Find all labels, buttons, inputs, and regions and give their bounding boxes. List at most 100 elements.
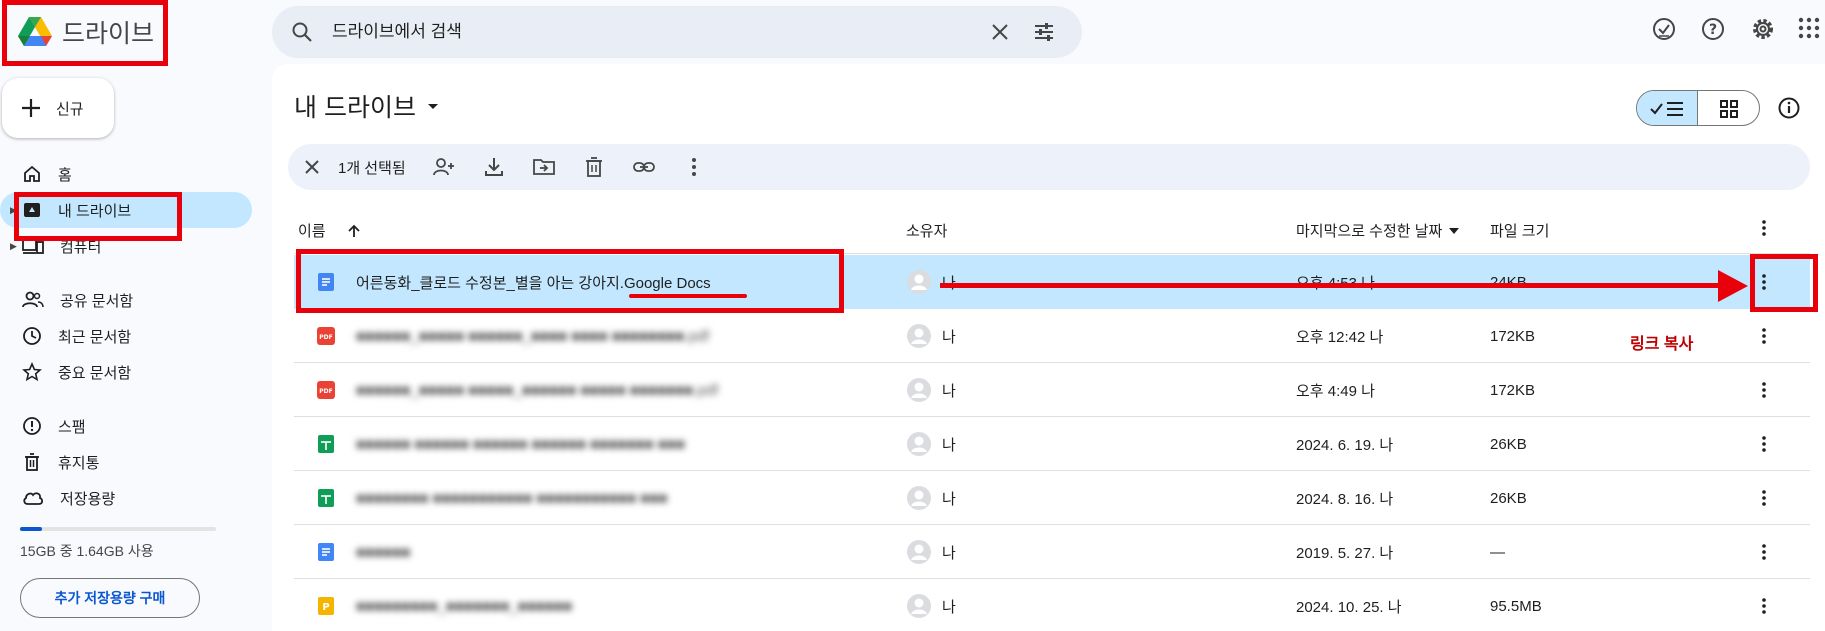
modified-cell: 2019. 5. 27. 나 bbox=[1296, 544, 1394, 562]
file-name-cell[interactable]: P ■■■■■■■■■_■■■■■■■_■■■■■■ bbox=[316, 579, 572, 631]
move-icon[interactable] bbox=[532, 155, 556, 179]
more-vert-icon[interactable] bbox=[1744, 525, 1784, 579]
column-modified[interactable]: 마지막으로 수정한 날짜 bbox=[1296, 220, 1460, 241]
page-title[interactable]: 내 드라이브 bbox=[294, 88, 440, 124]
table-row[interactable]: PDF ■■■■■■_■■■■■ ■■■■■_■■■■■■ ■■■■■ ■■■■■… bbox=[294, 363, 1810, 417]
search-icon[interactable] bbox=[290, 20, 314, 44]
list-view-icon bbox=[1649, 99, 1685, 119]
link-icon[interactable] bbox=[632, 155, 656, 179]
table-row[interactable]: PDF ■■■■■■_■■■■■ ■■■■■■_■■■■ ■■■■ ■■■■■■■… bbox=[294, 309, 1810, 363]
sidebar-item-starred[interactable]: 중요 문서함 bbox=[0, 354, 252, 390]
selection-count: 1개 선택됨 bbox=[338, 160, 406, 177]
close-icon[interactable] bbox=[988, 20, 1012, 44]
list-view-button[interactable] bbox=[1637, 91, 1699, 125]
storage-bar bbox=[20, 527, 216, 531]
sidebar: 신규 홈 ▶ 내 드라이브 ▶ 컴퓨터 공유 문서함 최근 문서함 중요 문서함… bbox=[0, 64, 270, 631]
help-icon[interactable]: ? bbox=[1700, 16, 1726, 42]
page-title-text: 내 드라이브 bbox=[294, 94, 416, 122]
column-name[interactable]: 이름 bbox=[298, 220, 362, 241]
svg-text:?: ? bbox=[1709, 22, 1717, 38]
file-name-cell[interactable]: ■■■■■■■■ ■■■■■■■■■■■ ■■■■■■■■■■■ ■■■ bbox=[316, 471, 667, 525]
download-icon[interactable] bbox=[482, 155, 506, 179]
table-row[interactable]: ■■■■■■ ■■■■■■ ■■■■■■ ■■■■■■ ■■■■■■■ ■■■ 나… bbox=[294, 417, 1810, 471]
sidebar-item-home[interactable]: 홈 bbox=[0, 156, 252, 192]
owner-name: 나 bbox=[942, 382, 956, 400]
file-name-cell[interactable]: ■■■■■■ bbox=[316, 525, 410, 579]
more-vert-icon[interactable] bbox=[1744, 471, 1784, 525]
owner-name: 나 bbox=[942, 544, 956, 562]
file-table-header: 이름 소유자 마지막으로 수정한 날짜 파일 크기 bbox=[294, 204, 1810, 254]
sidebar-item-spam[interactable]: 스팸 bbox=[0, 408, 252, 444]
column-owner[interactable]: 소유자 bbox=[906, 220, 947, 241]
column-size[interactable]: 파일 크기 bbox=[1490, 220, 1549, 241]
owner-name: 나 bbox=[942, 328, 956, 346]
annotation-arrow-line bbox=[940, 283, 1730, 288]
main-panel: 내 드라이브 1개 선택됨 이름 소유자 마지막으로 수정한 날짜 파일 크기 … bbox=[272, 64, 1825, 631]
more-vert-icon[interactable] bbox=[1744, 363, 1784, 417]
table-row[interactable]: P ■■■■■■■■■_■■■■■■■_■■■■■■ 나 2024. 10. 25. … bbox=[294, 579, 1810, 631]
more-vert-icon[interactable] bbox=[1754, 218, 1774, 238]
size-cell: 95.5MB bbox=[1490, 597, 1542, 615]
more-vert-icon[interactable] bbox=[1744, 417, 1784, 471]
search-input[interactable] bbox=[332, 18, 932, 46]
trash-icon bbox=[22, 452, 42, 472]
annotation-underline bbox=[629, 294, 747, 298]
file-name: ■■■■■■_■■■■■ ■■■■■■_■■■■ ■■■■ ■■■■■■■■.p… bbox=[356, 327, 710, 345]
avatar-icon bbox=[906, 269, 932, 295]
ready-offline-icon[interactable] bbox=[1651, 16, 1677, 42]
search-bar[interactable] bbox=[272, 6, 1082, 58]
tune-icon[interactable] bbox=[1032, 20, 1056, 44]
settings-icon[interactable] bbox=[1750, 16, 1776, 42]
info-icon[interactable] bbox=[1777, 96, 1801, 120]
share-icon[interactable] bbox=[432, 155, 456, 179]
avatar-icon bbox=[906, 593, 932, 619]
svg-text:P: P bbox=[322, 602, 329, 613]
sidebar-item-trash[interactable]: 휴지통 bbox=[0, 444, 252, 480]
owner-cell: 나 bbox=[906, 525, 956, 579]
star-icon bbox=[22, 362, 42, 382]
annotation-box-more-button bbox=[1750, 254, 1818, 312]
sidebar-item-storage[interactable]: 저장용량 bbox=[0, 480, 252, 516]
buy-storage-button[interactable]: 추가 저장용량 구매 bbox=[20, 578, 200, 618]
sidebar-item-label: 최근 문서함 bbox=[58, 328, 132, 346]
size-cell: 172KB bbox=[1490, 327, 1536, 345]
file-name-cell[interactable]: PDF ■■■■■■_■■■■■ ■■■■■_■■■■■■ ■■■■■ ■■■■■… bbox=[316, 363, 718, 417]
sidebar-item-shared[interactable]: 공유 문서함 bbox=[0, 282, 252, 318]
avatar-icon bbox=[906, 431, 932, 457]
sort-up-icon[interactable] bbox=[346, 223, 362, 239]
owner-cell: 나 bbox=[906, 363, 956, 417]
sidebar-item-label: 중요 문서함 bbox=[58, 364, 132, 382]
avatar-icon bbox=[906, 323, 932, 349]
recent-icon bbox=[22, 326, 42, 346]
owner-cell: 나 bbox=[906, 471, 956, 525]
owner-name: 나 bbox=[942, 272, 956, 293]
column-name-label: 이름 bbox=[298, 223, 326, 240]
new-button[interactable]: 신규 bbox=[2, 78, 114, 138]
clear-selection-icon[interactable] bbox=[300, 155, 324, 179]
caret-right-icon[interactable]: ▶ bbox=[10, 241, 17, 252]
storage-bar-fill bbox=[20, 527, 42, 531]
file-name-cell[interactable]: PDF ■■■■■■_■■■■■ ■■■■■■_■■■■ ■■■■ ■■■■■■■… bbox=[316, 309, 709, 363]
sidebar-item-recent[interactable]: 최근 문서함 bbox=[0, 318, 252, 354]
owner-cell: 나 bbox=[906, 309, 956, 363]
plus-icon bbox=[20, 97, 42, 119]
size-cell: 26KB bbox=[1490, 435, 1527, 453]
more-vert-icon[interactable] bbox=[1744, 579, 1784, 631]
size-cell: 172KB bbox=[1490, 381, 1536, 399]
grid-view-button[interactable] bbox=[1698, 91, 1759, 125]
sheet-icon bbox=[316, 434, 336, 454]
table-row[interactable]: ■■■■■■ 나 2019. 5. 27. 나 — bbox=[294, 525, 1810, 579]
table-row[interactable]: ■■■■■■■■ ■■■■■■■■■■■ ■■■■■■■■■■■ ■■■ 나 202… bbox=[294, 471, 1810, 525]
size-cell: 26KB bbox=[1490, 489, 1527, 507]
modified-cell: 오후 4:49 나 bbox=[1296, 382, 1375, 400]
file-name: ■■■■■■_■■■■■ ■■■■■_■■■■■■ ■■■■■ ■■■■■■■.… bbox=[356, 381, 719, 399]
owner-cell: 나 bbox=[906, 255, 956, 309]
spam-icon bbox=[22, 416, 42, 436]
apps-icon[interactable] bbox=[1797, 16, 1821, 40]
more-vert-icon[interactable] bbox=[682, 155, 706, 179]
trash-icon[interactable] bbox=[582, 155, 606, 179]
file-name: ■■■■■■ ■■■■■■ ■■■■■■ ■■■■■■ ■■■■■■■ ■■■ bbox=[356, 435, 685, 453]
more-vert-icon[interactable] bbox=[1744, 309, 1784, 363]
sort-down-icon[interactable] bbox=[1448, 225, 1460, 237]
file-name-cell[interactable]: ■■■■■■ ■■■■■■ ■■■■■■ ■■■■■■ ■■■■■■■ ■■■ bbox=[316, 417, 685, 471]
